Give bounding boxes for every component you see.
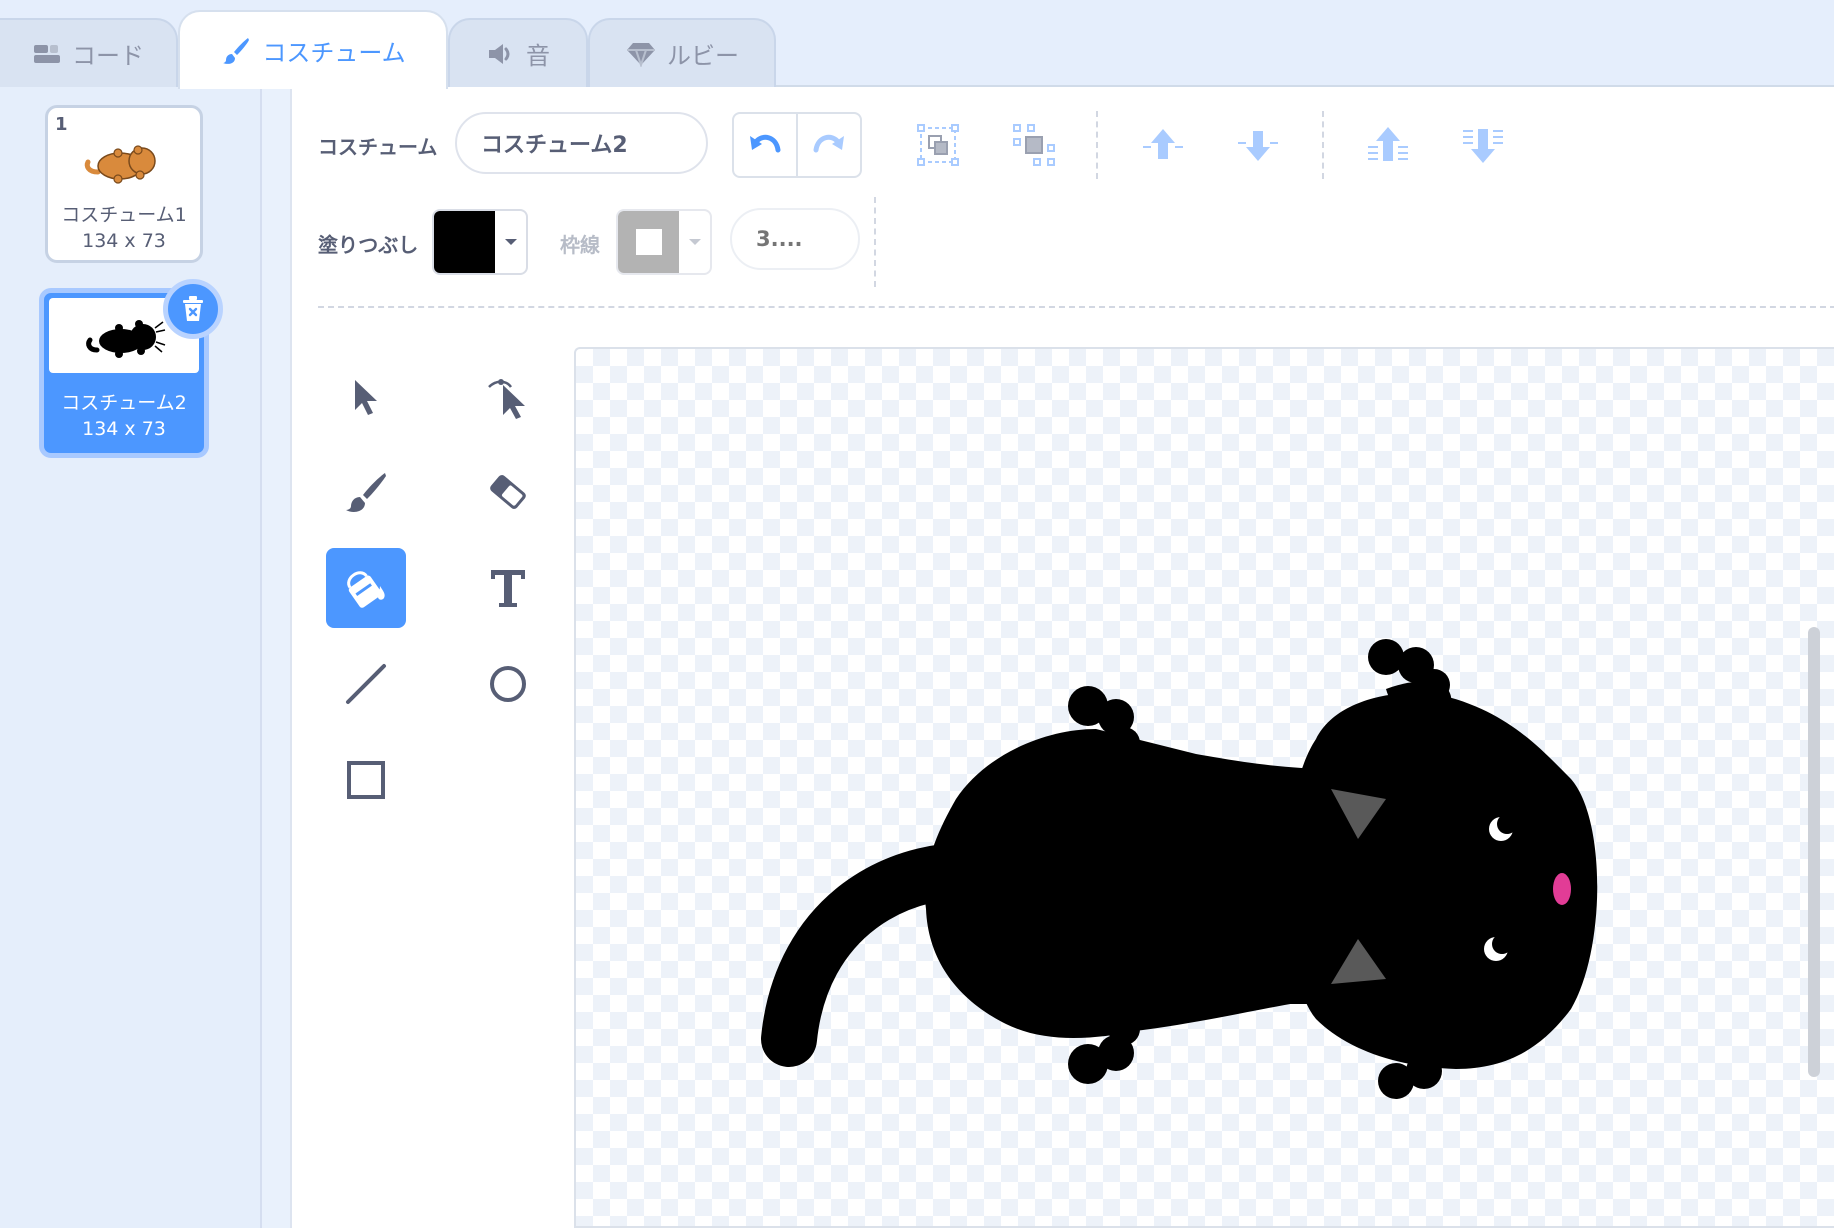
undo-icon: [750, 134, 781, 153]
code-blocks-icon: [34, 44, 60, 63]
costume-name: コスチューム2: [61, 392, 187, 414]
reshape-cursor-icon: [488, 379, 525, 419]
costume-size: 134 x 73: [82, 230, 166, 252]
editor-tab-bar: コード コスチューム 音 ルビー: [0, 0, 1834, 89]
arrow-up-icon: [1143, 129, 1183, 159]
toolbar-divider: [1096, 111, 1098, 179]
speaker-icon: [489, 43, 510, 64]
line-tool[interactable]: [326, 644, 406, 724]
toolbar-divider: [1322, 111, 1324, 179]
paintbrush-icon: [223, 37, 250, 64]
fill-color-picker[interactable]: [432, 209, 528, 275]
paintbrush-icon: [346, 473, 386, 512]
fill-tool[interactable]: [326, 548, 406, 628]
tab-code-label: コード: [72, 42, 144, 70]
text-tool[interactable]: [468, 548, 548, 628]
backward-button[interactable]: [1232, 119, 1284, 171]
ungroup-button[interactable]: [1008, 119, 1060, 171]
square-icon: [347, 761, 385, 799]
circle-icon: [490, 666, 526, 702]
redo-icon: [813, 134, 844, 153]
forward-button[interactable]: [1137, 119, 1189, 171]
eraser-icon: [490, 475, 526, 509]
arrow-down-icon: [1238, 131, 1278, 161]
delete-costume-button[interactable]: [163, 279, 223, 339]
drawing-canvas[interactable]: [574, 347, 1834, 1228]
redo-button[interactable]: [796, 114, 860, 176]
outline-color-picker[interactable]: [616, 209, 712, 275]
paint-editor: コスチューム コスチューム2 塗りつぶし 枠線 3....: [290, 87, 1834, 1228]
costume-name-input[interactable]: [455, 112, 708, 174]
send-to-back-icon: [1463, 129, 1503, 163]
undo-redo-group: [732, 112, 862, 178]
tab-costumes-label: コスチューム: [262, 39, 406, 67]
tab-costumes[interactable]: コスチューム: [178, 10, 448, 89]
trash-icon: [183, 296, 203, 321]
ruby-gem-icon: [627, 42, 655, 67]
eraser-tool[interactable]: [468, 452, 548, 532]
black-cat-thumbnail: [86, 320, 166, 358]
toolbar-separator: [318, 306, 1834, 308]
tab-code[interactable]: コード: [0, 18, 178, 87]
line-icon: [346, 664, 386, 704]
tab-ruby[interactable]: ルビー: [588, 18, 776, 87]
tab-ruby-label: ルビー: [667, 42, 739, 70]
outline-width-input[interactable]: [730, 208, 860, 270]
group-icon: [917, 124, 959, 166]
costume-item-1[interactable]: 1 コスチューム1 134 x 73: [45, 105, 203, 263]
reshape-tool[interactable]: [468, 357, 548, 437]
text-t-icon: [491, 570, 525, 607]
costume-size: 134 x 73: [82, 418, 166, 440]
front-button[interactable]: [1362, 119, 1414, 171]
orange-cat-thumbnail: [84, 145, 156, 184]
costume-number: 1: [55, 114, 68, 135]
costume-number: 2: [49, 297, 62, 318]
costume-list: 1 コスチューム1 134 x 73 2 コスチューム2 134 x 73: [0, 87, 262, 1228]
tab-sounds-label: 音: [526, 42, 550, 70]
outline-label: 枠線: [560, 233, 600, 257]
costume-name: コスチューム1: [61, 204, 187, 226]
brush-tool[interactable]: [326, 452, 406, 532]
fill-label: 塗りつぶし: [318, 233, 419, 257]
outline-color-swatch: [618, 211, 679, 273]
bring-to-front-icon: [1368, 127, 1408, 161]
chevron-down-icon: [679, 211, 710, 273]
costume-name-label: コスチューム: [318, 135, 438, 159]
tab-sounds[interactable]: 音: [448, 18, 588, 87]
circle-tool[interactable]: [468, 644, 548, 724]
select-tool[interactable]: [326, 357, 406, 437]
arrow-cursor-icon: [355, 380, 377, 415]
canvas-vertical-scrollbar[interactable]: [1808, 627, 1820, 1077]
chevron-down-icon: [495, 211, 526, 273]
back-button[interactable]: [1457, 119, 1509, 171]
paint-bucket-icon: [347, 571, 385, 608]
fill-color-swatch: [434, 211, 495, 273]
undo-button[interactable]: [734, 114, 796, 176]
ungroup-icon: [1013, 124, 1055, 166]
black-cat-costume[interactable]: [576, 349, 1834, 1228]
toolbar-divider: [874, 197, 876, 287]
rectangle-tool[interactable]: [326, 740, 406, 820]
group-button[interactable]: [912, 119, 964, 171]
